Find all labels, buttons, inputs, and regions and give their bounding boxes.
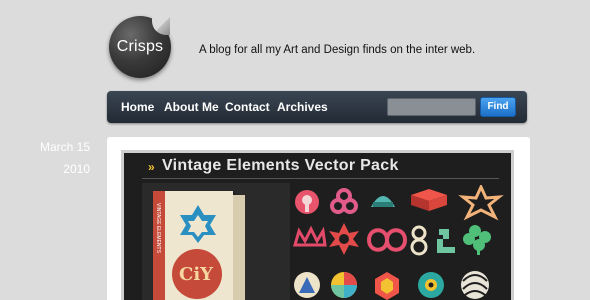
star-emblem-icon <box>180 205 216 243</box>
spiral-sphere-icon <box>461 271 489 299</box>
title-arrow-icon: » <box>148 160 155 174</box>
book-cover: VINTAGE ELEMENTS CiY <box>153 191 233 300</box>
triangle-badge-icon <box>294 272 320 298</box>
find-button[interactable]: Find <box>480 97 516 117</box>
eye-circle-icon <box>418 272 444 298</box>
clover-icon <box>463 225 491 255</box>
pin-circle-icon <box>295 190 319 214</box>
logo-peel-corner <box>152 17 170 35</box>
main-nav: Home About Me Contact Archives Find <box>107 91 527 123</box>
site-tagline: A blog for all my Art and Design finds o… <box>199 44 476 56</box>
book-illustration: VINTAGE ELEMENTS CiY <box>142 183 290 300</box>
logo-text: Crisps <box>116 38 164 55</box>
nav-item-home[interactable]: Home <box>121 100 154 114</box>
spiky-star-icon <box>329 223 359 255</box>
nav-item-archives[interactable]: Archives <box>277 100 328 114</box>
site-logo[interactable]: Crisps <box>109 16 171 78</box>
post-preview-image[interactable]: » Vintage Elements Vector Pack VINTAGE E… <box>121 150 514 300</box>
infinity-loop-icon <box>366 228 408 252</box>
nav-item-about-me[interactable]: About Me <box>164 100 219 114</box>
maze-figure-icon <box>437 229 455 253</box>
search-input[interactable] <box>387 98 476 116</box>
shell-icon <box>371 196 395 207</box>
number-eight-icon <box>410 225 428 256</box>
trefoil-knot-icon <box>330 188 358 214</box>
book-cover-text: CiY <box>179 264 214 285</box>
post-date-year: 2010 <box>63 162 90 176</box>
book-spine-text: VINTAGE ELEMENTS <box>155 203 161 253</box>
image-divider <box>142 178 499 179</box>
book-pages <box>233 195 245 300</box>
nav-item-contact[interactable]: Contact <box>225 100 270 114</box>
pinwheel-star-icon <box>458 185 504 221</box>
hexagon-stripe-icon <box>375 272 399 300</box>
image-title: Vintage Elements Vector Pack <box>162 157 399 174</box>
crown-zigzag-icon <box>293 225 327 247</box>
vintage-icons-grid <box>293 185 504 300</box>
post-date-month: March 15 <box>39 140 90 154</box>
rainbow-pinwheel-icon <box>331 272 357 298</box>
isometric-blocks-icon <box>411 189 447 211</box>
